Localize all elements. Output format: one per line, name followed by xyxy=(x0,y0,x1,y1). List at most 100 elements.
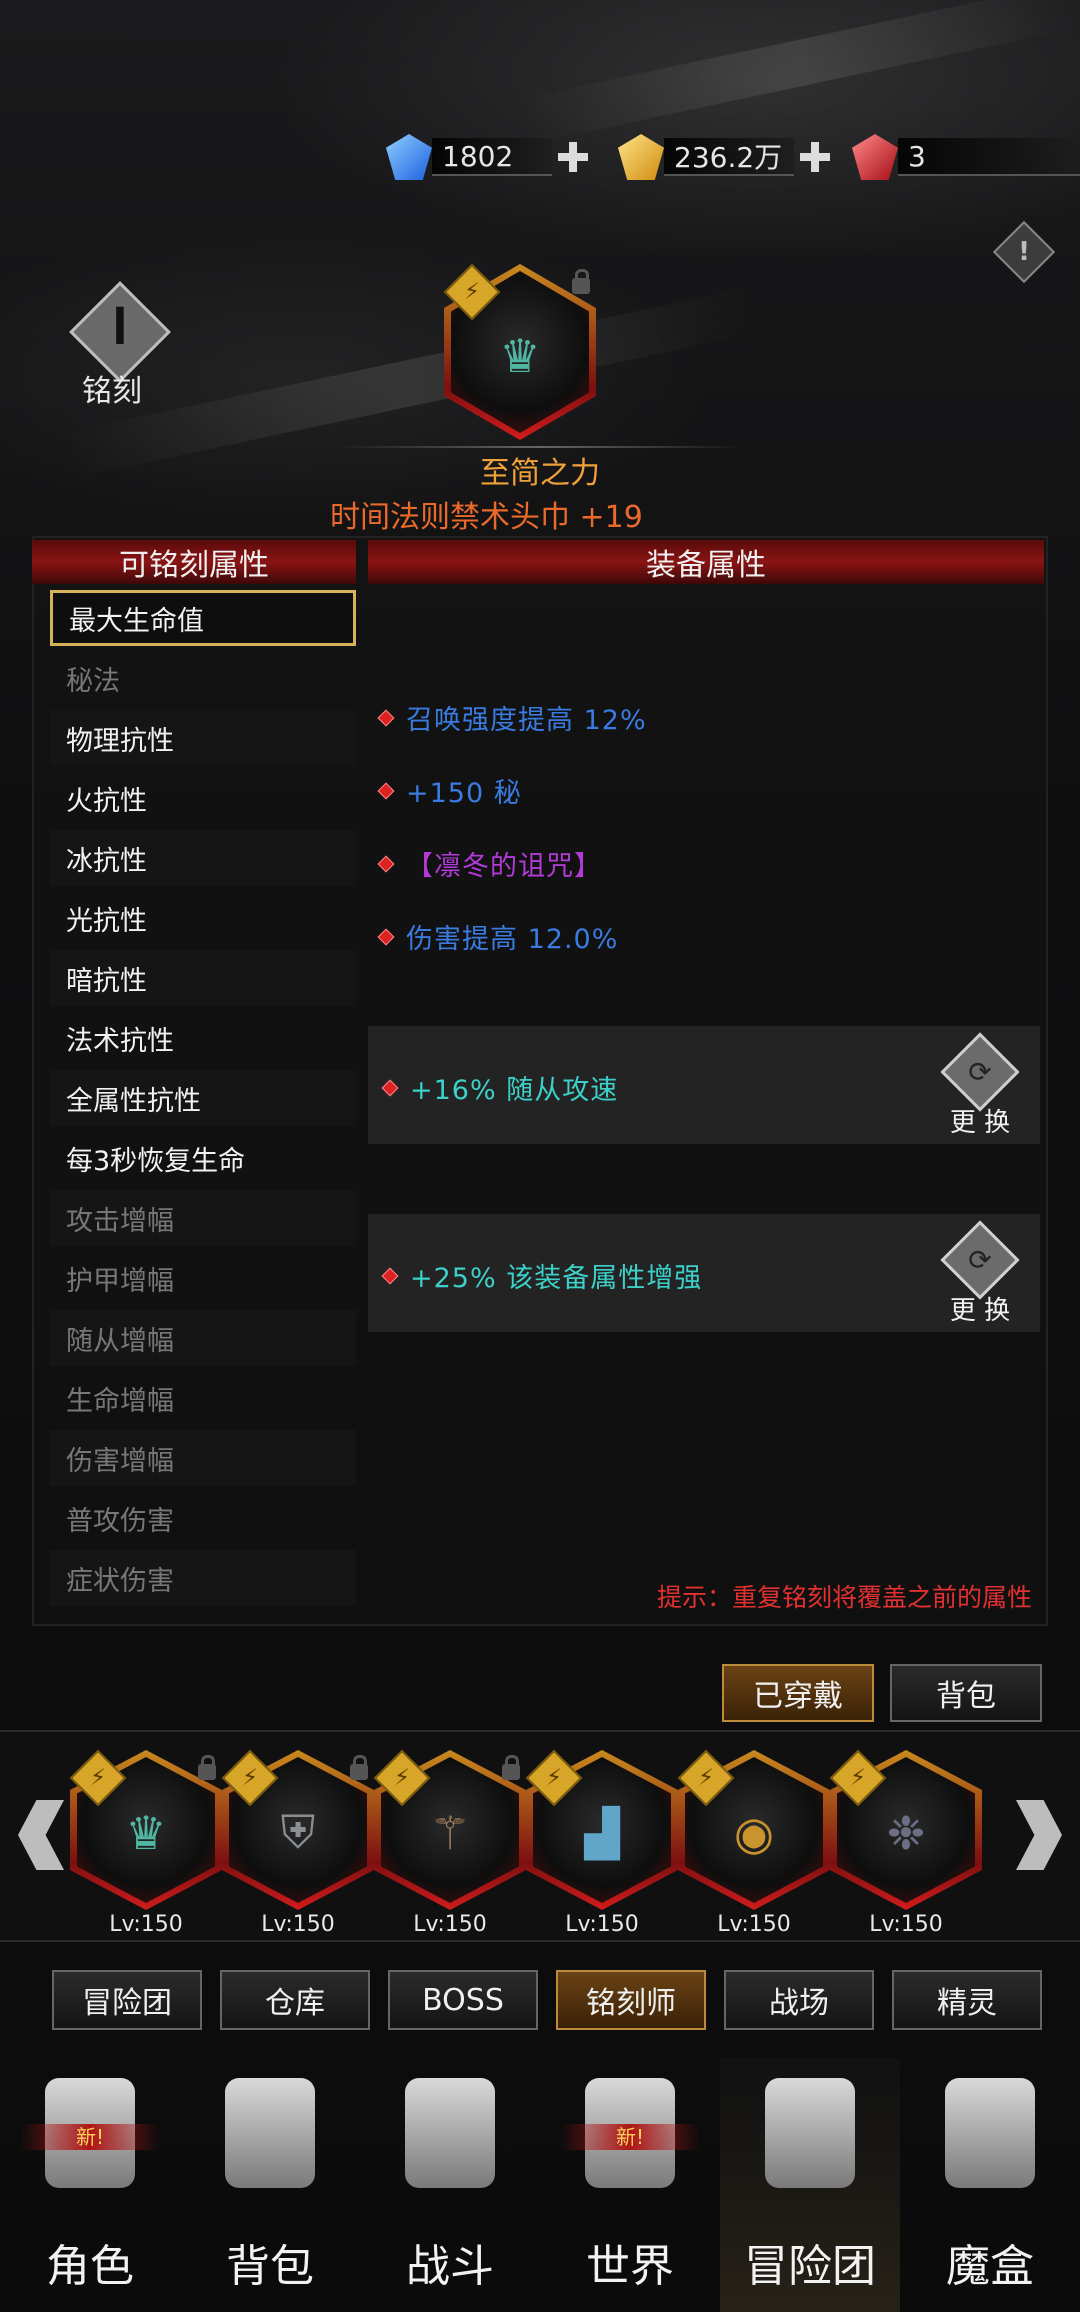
staff-icon: ⚚ xyxy=(429,1806,471,1861)
bullet-icon xyxy=(377,709,395,726)
equipment-prop: +150 秘 xyxy=(377,771,522,810)
attribute-item[interactable]: 生命增幅 xyxy=(50,1370,356,1426)
bullet-icon xyxy=(377,928,395,945)
nav-world[interactable]: 新! 世界 xyxy=(540,2058,720,2312)
attribute-item[interactable]: 物理抗性 xyxy=(50,710,356,766)
equipment-prop: 伤害提高 12.0% xyxy=(377,917,618,956)
nav-magic-box[interactable]: 魔盒 xyxy=(900,2058,1080,2312)
nav-label: 战斗 xyxy=(406,2241,494,2292)
engrave-label: 铭刻 xyxy=(82,374,142,409)
equipment-slot[interactable]: ⚡ ♛ xyxy=(69,1749,222,1910)
attribute-item[interactable]: 暗抗性 xyxy=(50,950,356,1006)
attribute-item[interactable]: 光抗性 xyxy=(50,890,356,946)
equipment-slot[interactable]: ⚡ ❉ xyxy=(829,1749,982,1910)
octopus-icon: ❉ xyxy=(886,1806,926,1861)
tip-text: 提示：重复铭刻将覆盖之前的属性 xyxy=(656,1583,1032,1612)
nav-character[interactable]: 新! 角色 xyxy=(0,2058,180,2312)
equipped-button[interactable]: 已穿戴 xyxy=(722,1664,874,1722)
currency-value: 1802 xyxy=(432,138,552,176)
attribute-item[interactable]: 护甲增幅 xyxy=(50,1250,356,1306)
slot-level: Lv:150 xyxy=(109,1912,183,1937)
attribute-item[interactable]: 症状伤害 xyxy=(50,1550,356,1606)
tab-warehouse[interactable]: 仓库 xyxy=(220,1970,370,2030)
attribute-item[interactable]: 每3秒恢复生命 xyxy=(50,1130,356,1186)
red-crystal-icon xyxy=(852,134,898,180)
armor-icon: ⛨ xyxy=(280,1805,316,1860)
attribute-item[interactable]: 冰抗性 xyxy=(50,830,356,886)
attribute-item[interactable]: 普攻伤害 xyxy=(50,1490,356,1546)
nav-battle[interactable]: 战斗 xyxy=(360,2058,540,2312)
tab-engraver[interactable]: 铭刻师 xyxy=(556,1970,706,2030)
nav-bag[interactable]: 背包 xyxy=(180,2058,360,2312)
bullet-icon xyxy=(381,1079,399,1096)
lock-icon xyxy=(572,269,590,294)
equipment-header: 装备属性 xyxy=(368,540,1044,584)
equipment-slot[interactable]: ⚡ ⚚ xyxy=(373,1749,526,1910)
tab-battlefield[interactable]: 战场 xyxy=(724,1970,874,2030)
nav-label: 背包 xyxy=(226,2241,314,2292)
bullet-icon xyxy=(377,782,395,799)
nav-label: 冒险团 xyxy=(744,2241,876,2292)
bottom-nav: 新! 角色 背包 战斗 新! 世界 冒险团 魔盒 xyxy=(0,2058,1080,2312)
currency-gold: 236.2万 xyxy=(618,134,832,180)
nav-label: 魔盒 xyxy=(946,2241,1034,2292)
replace-button[interactable]: ⟳ 更 换 xyxy=(940,1032,1020,1138)
lock-icon xyxy=(502,1755,520,1780)
equipment-slot[interactable]: ⚡ ⛨ xyxy=(221,1749,374,1910)
ring-icon: ◉ xyxy=(733,1806,775,1861)
equipment-prop: 召唤强度提高 12% xyxy=(377,698,647,737)
currency-red: 3 xyxy=(852,134,1080,180)
bullet-icon xyxy=(377,855,395,872)
attribute-item[interactable]: 随从增幅 xyxy=(50,1310,356,1366)
bullet-icon xyxy=(381,1267,399,1284)
backpack-icon xyxy=(225,2078,315,2188)
add-gold-button[interactable] xyxy=(798,140,832,174)
selected-item-slot[interactable]: ⚡ ♛ xyxy=(443,263,596,440)
info-icon: ! xyxy=(1018,237,1030,267)
attribute-item[interactable]: 法术抗性 xyxy=(50,1010,356,1066)
engraved-prop-text: +25% 该装备属性增强 xyxy=(410,1263,703,1294)
lock-icon xyxy=(198,1755,216,1780)
replace-button[interactable]: ⟳ 更 换 xyxy=(940,1220,1020,1326)
swap-icon: ⟳ xyxy=(940,1220,1020,1300)
boot-icon: ▟ xyxy=(584,1806,620,1861)
tab-boss[interactable]: BOSS xyxy=(388,1970,538,2030)
attribute-item[interactable]: 最大生命值 xyxy=(50,590,356,646)
engraved-prop-row: +16% 随从攻速 ⟳ 更 换 xyxy=(368,1026,1040,1144)
currency-value: 3 xyxy=(898,138,1080,176)
attribute-item[interactable]: 伤害增幅 xyxy=(50,1430,356,1486)
attribute-item[interactable]: 攻击增幅 xyxy=(50,1190,356,1246)
shield-sword-icon xyxy=(405,2078,495,2188)
cube-icon xyxy=(945,2078,1035,2188)
engraved-prop-text: +16% 随从攻速 xyxy=(410,1075,619,1106)
attribute-list: 最大生命值 秘法 物理抗性 火抗性 冰抗性 光抗性 暗抗性 法术抗性 全属性抗性… xyxy=(50,590,356,1610)
crown-icon: ♛ xyxy=(125,1806,167,1861)
new-badge: 新! xyxy=(20,2124,160,2150)
castle-icon xyxy=(765,2078,855,2188)
equipment-slot[interactable]: ⚡ ◉ xyxy=(677,1749,830,1910)
slot-level: Lv:150 xyxy=(717,1912,791,1937)
tab-adventure-group[interactable]: 冒险团 xyxy=(52,1970,202,2030)
slot-level: Lv:150 xyxy=(565,1912,639,1937)
slot-level: Lv:150 xyxy=(869,1912,943,1937)
engrave-glyph: ꟾ xyxy=(112,308,128,354)
attribute-item[interactable]: 火抗性 xyxy=(50,770,356,826)
slot-level: Lv:150 xyxy=(413,1912,487,1937)
currency-value: 236.2万 xyxy=(664,138,794,176)
crown-icon: ♛ xyxy=(499,328,541,383)
nav-adventure-group[interactable]: 冒险团 xyxy=(720,2058,900,2312)
tab-spirit[interactable]: 精灵 xyxy=(892,1970,1042,2030)
nav-label: 世界 xyxy=(586,2241,674,2292)
add-blue-button[interactable] xyxy=(556,140,590,174)
blue-crystal-icon xyxy=(386,134,432,180)
engraved-prop-row: +25% 该装备属性增强 ⟳ 更 换 xyxy=(368,1214,1040,1332)
item-title: 至简之力 xyxy=(480,456,600,491)
attribute-item[interactable]: 全属性抗性 xyxy=(50,1070,356,1126)
bag-button[interactable]: 背包 xyxy=(890,1664,1042,1722)
equipment-prop: 【凛冬的诅咒】 xyxy=(377,844,602,883)
new-badge: 新! xyxy=(560,2124,700,2150)
item-subtitle: 时间法则禁术头巾 +19 xyxy=(330,500,643,535)
attribute-item[interactable]: 秘法 xyxy=(50,650,356,706)
lock-icon xyxy=(350,1755,368,1780)
equipment-slot[interactable]: ⚡ ▟ xyxy=(525,1749,678,1910)
